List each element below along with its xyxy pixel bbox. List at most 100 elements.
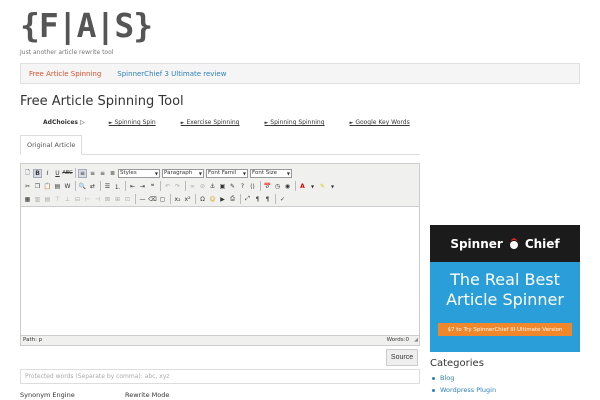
numbered-list-icon[interactable]: ⒈ (113, 182, 122, 191)
toolbar-separator (75, 168, 76, 178)
align-right-icon[interactable]: ≡ (98, 169, 107, 178)
special-char-icon[interactable]: Ω (198, 195, 207, 204)
underline-button[interactable]: U (53, 169, 62, 178)
align-justify-icon[interactable]: ≣ (108, 169, 117, 178)
ad-link-1[interactable]: ► Spinning Spin (109, 119, 156, 126)
source-button[interactable]: Source (386, 349, 418, 366)
site-logo[interactable]: {F|A|S} (20, 6, 153, 45)
styles-select[interactable]: Styles ▼ (118, 168, 160, 178)
preview-icon[interactable]: ◉ (283, 182, 292, 191)
indent-icon[interactable]: ⇥ (138, 182, 147, 191)
categories-list: Blog Wordpress Plugin (430, 374, 496, 398)
highlight-color-icon[interactable]: ✎ (318, 182, 327, 191)
row-props-icon[interactable]: ▥ (33, 195, 42, 204)
redo-icon[interactable]: ↷ (173, 182, 182, 191)
fullscreen-icon[interactable]: ⤢ (243, 195, 252, 204)
delete-row-icon[interactable]: ⊟ (73, 195, 82, 204)
insert-col-before-icon[interactable]: ⊢ (83, 195, 92, 204)
toolbar-separator (260, 181, 261, 191)
table-icon[interactable]: ▦ (23, 195, 32, 204)
chevron-down-icon: ▼ (242, 170, 246, 176)
category-blog[interactable]: Blog (430, 374, 496, 382)
protected-words-input[interactable] (20, 369, 420, 384)
link-icon[interactable]: ∞ (188, 182, 197, 191)
paste-word-icon[interactable]: W (63, 182, 72, 191)
toolbar-separator (125, 181, 126, 191)
adchoices-label[interactable]: AdChoices ▷ (43, 119, 85, 126)
align-left-icon[interactable]: ≡ (78, 168, 87, 178)
category-wordpress-plugin[interactable]: Wordpress Plugin (430, 386, 496, 394)
chevron-down-icon: ▼ (198, 170, 202, 176)
font-family-select[interactable]: Font Famil ▼ (206, 168, 248, 178)
undo-icon[interactable]: ↶ (163, 182, 172, 191)
nav-free-article-spinning[interactable]: Free Article Spinning (21, 70, 109, 78)
horizontal-rule-icon[interactable]: — (138, 195, 147, 204)
rewrite-mode-label: Rewrite Mode (125, 391, 170, 399)
remove-format-icon[interactable]: ⌫ (148, 195, 157, 204)
italic-button[interactable]: I (43, 169, 52, 178)
delete-col-icon[interactable]: ⊠ (103, 195, 112, 204)
toolbar-separator (295, 181, 296, 191)
chevron-down-icon[interactable]: ▼ (308, 182, 317, 191)
paste-text-icon[interactable]: ▤ (53, 182, 62, 191)
cleanup-icon[interactable]: ✎ (228, 182, 237, 191)
ad-link-4[interactable]: ► Google Key Words (350, 119, 410, 126)
banner-brand-left: Spinner (450, 236, 503, 251)
insert-date-icon[interactable]: 📅 (263, 182, 272, 191)
unlink-icon[interactable]: ⊘ (198, 182, 207, 191)
nav-spinnerchief-review[interactable]: SpinnerChief 3 Ultimate review (109, 70, 234, 78)
adchoices-icon: ▷ (80, 119, 85, 126)
strikethrough-button[interactable]: ABC (62, 169, 72, 178)
image-icon[interactable]: ▣ (218, 182, 227, 191)
play-icon: ► (180, 120, 185, 126)
help-icon[interactable]: ? (238, 182, 247, 191)
emoticon-icon[interactable]: ☺ (208, 195, 217, 204)
split-cells-icon[interactable]: ⊞ (113, 195, 122, 204)
editor-path: Path: p (23, 337, 43, 343)
bold-button[interactable]: B (33, 168, 42, 178)
rtl-icon[interactable]: ¶ (263, 195, 272, 204)
superscript-icon[interactable]: x² (183, 195, 192, 204)
print-icon[interactable]: ⎙ (228, 195, 237, 204)
ltr-icon[interactable]: ¶ (253, 195, 262, 204)
cut-icon[interactable]: ✂ (23, 182, 32, 191)
font-size-select[interactable]: Font Size ▼ (250, 168, 292, 178)
new-document-icon[interactable]: 🗋 (23, 169, 32, 178)
blockquote-icon[interactable]: ❝ (148, 182, 157, 191)
spellcheck-icon[interactable]: ✓ (278, 195, 287, 204)
resize-handle-icon[interactable]: ◢ (414, 337, 418, 343)
bullet-list-icon[interactable]: ☰ (103, 182, 112, 191)
chevron-down-icon[interactable]: ▼ (328, 182, 337, 191)
align-center-icon[interactable]: ≡ (88, 169, 97, 178)
ad-link-2[interactable]: ► Exercise Spinning (181, 119, 240, 126)
anchor-icon[interactable]: ⚓ (208, 182, 217, 191)
subscript-icon[interactable]: x₂ (173, 195, 182, 204)
banner-cta-button[interactable]: $7 to Try SpinnerChief III Ultimate Vers… (438, 323, 572, 336)
replace-icon[interactable]: ⇄ (88, 182, 97, 191)
text-color-icon[interactable]: A (298, 182, 307, 191)
insert-col-after-icon[interactable]: ⊣ (93, 195, 102, 204)
insert-time-icon[interactable]: ◷ (273, 182, 282, 191)
insert-row-before-icon[interactable]: ⊤ (53, 195, 62, 204)
find-icon[interactable]: 🔍 (78, 182, 87, 191)
banner-brand-right: Chief (524, 236, 560, 251)
banner-headline-2: Article Spinner (446, 290, 564, 309)
merge-cells-icon[interactable]: ⊡ (123, 195, 132, 204)
editor-content-area[interactable] (21, 206, 419, 336)
visual-aid-icon[interactable]: ▢ (158, 195, 167, 204)
outdent-icon[interactable]: ⇤ (128, 182, 137, 191)
cell-props-icon[interactable]: ▤ (43, 195, 52, 204)
ad-link-3[interactable]: ► Spinning Spinning (265, 119, 325, 126)
copy-icon[interactable]: ❐ (33, 182, 42, 191)
chief-head-icon (507, 237, 520, 249)
html-icon[interactable]: ⟨⟩ (248, 182, 257, 191)
chevron-down-icon: ▼ (286, 170, 290, 176)
paragraph-select[interactable]: Paragraph ▼ (162, 168, 204, 178)
media-icon[interactable]: ▶ (218, 195, 227, 204)
spinnerchief-banner-ad[interactable]: Spinner Chief The Real Best Article Spin… (430, 225, 580, 352)
toolbar-separator (185, 181, 186, 191)
bullet-icon (432, 376, 435, 380)
tab-original-article[interactable]: Original Article (20, 135, 83, 155)
paste-icon[interactable]: 📋 (43, 182, 52, 191)
insert-row-after-icon[interactable]: ⊥ (63, 195, 72, 204)
